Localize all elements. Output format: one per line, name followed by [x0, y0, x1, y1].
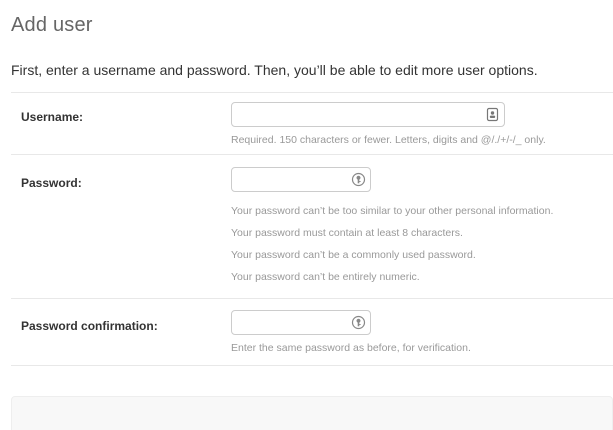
password-field-wrapper: [231, 167, 371, 192]
password-help-line: Your password must contain at least 8 ch…: [231, 227, 463, 239]
password-input[interactable]: [232, 168, 370, 191]
intro-text: First, enter a username and password. Th…: [11, 62, 538, 78]
password-help-line: Your password can’t be too similar to yo…: [231, 205, 554, 217]
username-row: Username: Required. 150 characters or fe…: [11, 92, 613, 155]
password-help-line: Your password can’t be entirely numeric.: [231, 271, 420, 283]
username-field-wrapper: [231, 102, 505, 127]
password-confirmation-field-wrapper: [231, 310, 371, 335]
add-user-page: Add user First, enter a username and pas…: [0, 0, 613, 430]
password-manager-icon[interactable]: [351, 172, 366, 187]
password-manager-icon[interactable]: [351, 315, 366, 330]
username-help-text: Required. 150 characters or fewer. Lette…: [231, 134, 546, 146]
password-row: Password: Your password can’t be too sim…: [11, 155, 613, 299]
password-confirmation-help-text: Enter the same password as before, for v…: [231, 342, 471, 354]
submit-row: [11, 396, 613, 430]
contact-card-icon[interactable]: [485, 107, 500, 122]
password-label: Password:: [21, 176, 82, 190]
password-confirmation-row: Password confirmation: Enter the same pa…: [11, 299, 613, 366]
username-label: Username:: [21, 110, 84, 124]
password-confirmation-input[interactable]: [232, 311, 370, 334]
page-title: Add user: [11, 14, 93, 36]
password-confirmation-label: Password confirmation:: [21, 319, 158, 333]
password-help-line: Your password can’t be a commonly used p…: [231, 249, 476, 261]
username-input[interactable]: [232, 103, 504, 126]
